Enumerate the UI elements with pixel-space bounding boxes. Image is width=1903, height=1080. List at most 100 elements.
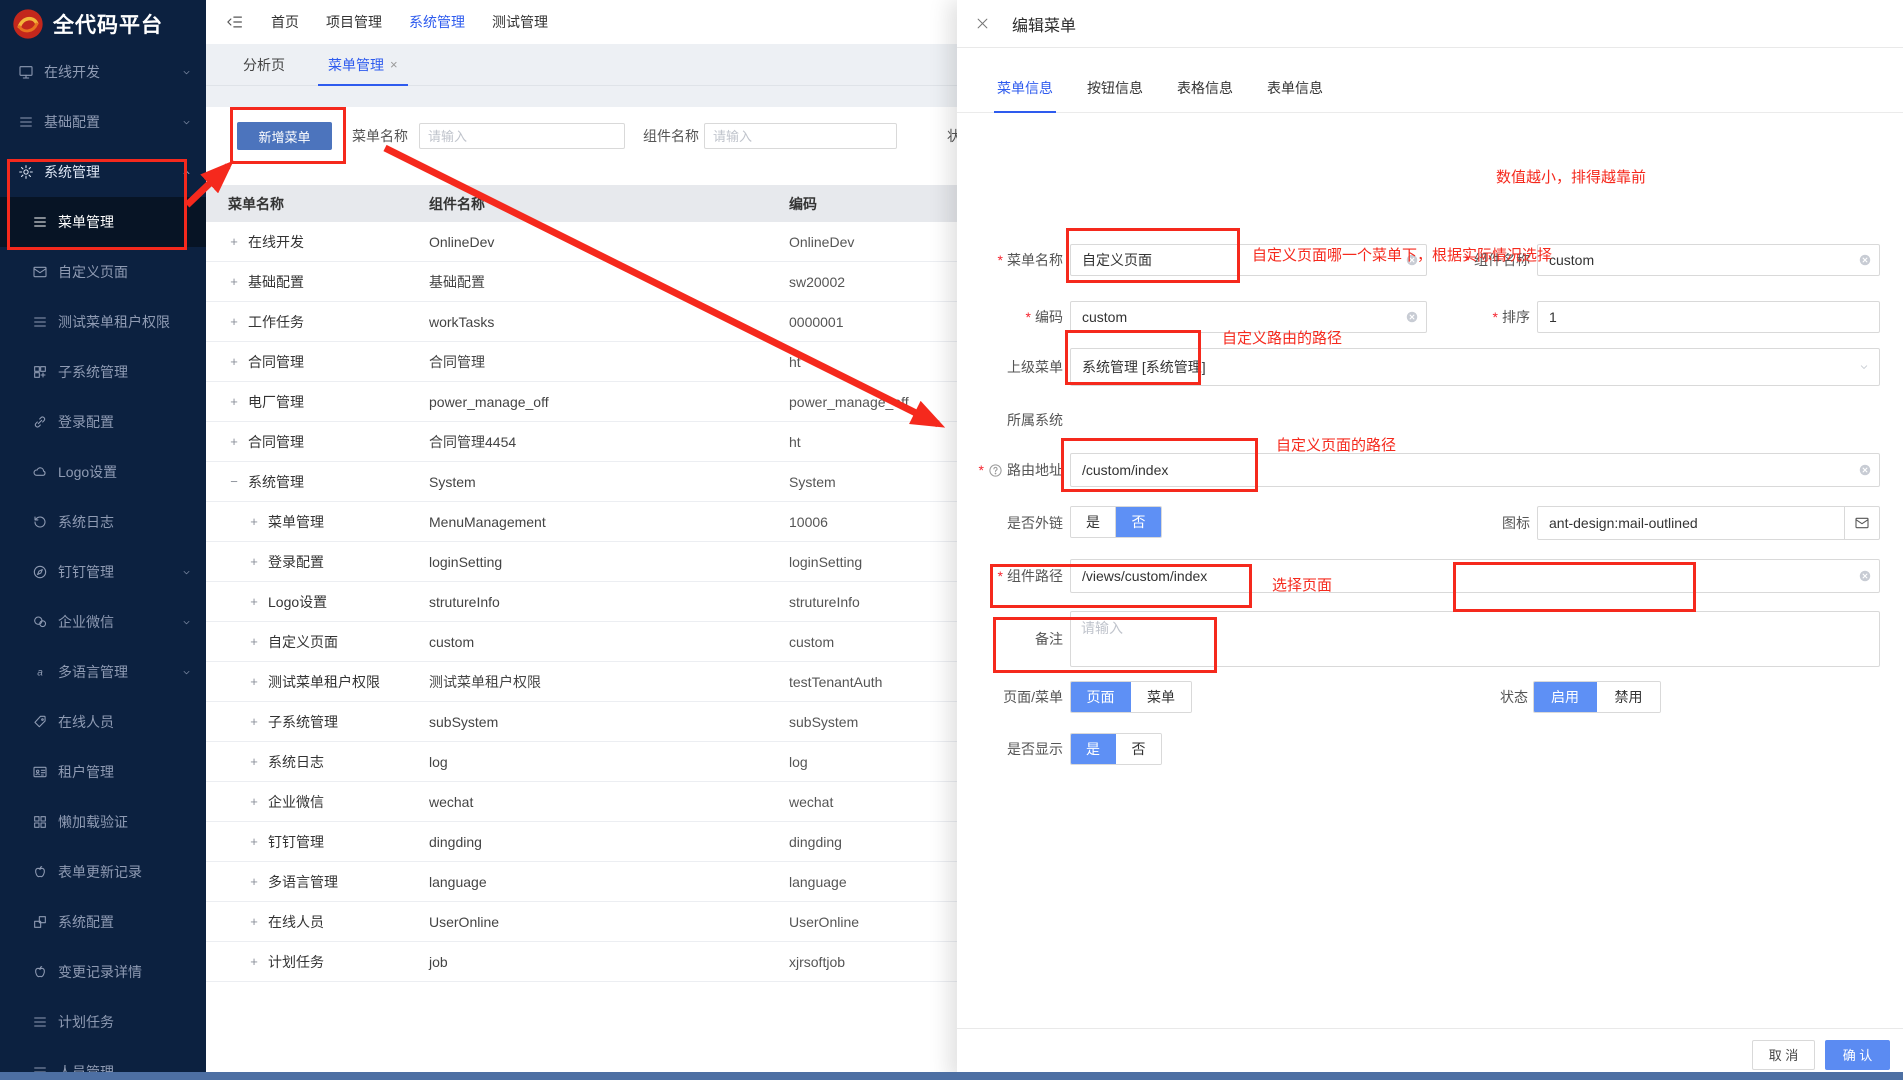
menu-name-filter-input[interactable]	[419, 123, 625, 149]
row-component-name: MenuManagement	[429, 514, 789, 530]
row-expander-icon[interactable]: +	[228, 274, 240, 289]
row-expander-icon[interactable]: +	[248, 674, 260, 689]
row-expander-icon[interactable]: +	[228, 234, 240, 249]
sidebar-item[interactable]: 菜单管理	[0, 197, 206, 247]
sidebar-item[interactable]: 子系统管理	[0, 347, 206, 397]
sidebar-item[interactable]: 在线开发	[0, 47, 206, 97]
segment-option[interactable]: 否	[1116, 734, 1161, 764]
row-component-name: log	[429, 754, 789, 770]
component-name-filter-input[interactable]	[704, 123, 897, 149]
drawer-tab[interactable]: 表格信息	[1177, 78, 1233, 112]
segment-option[interactable]: 页面	[1071, 682, 1131, 712]
row-expander-icon[interactable]: −	[228, 474, 240, 489]
component-path-label: 组件路径	[1007, 566, 1063, 586]
component-name-input[interactable]	[1537, 244, 1880, 276]
sidebar-item[interactable]: 登录配置	[0, 397, 206, 447]
row-menu-name: 电厂管理	[248, 392, 304, 412]
row-expander-icon[interactable]: +	[248, 514, 260, 529]
table-header-cell: 组件名称	[429, 194, 789, 214]
sidebar-item[interactable]: 自定义页面	[0, 247, 206, 297]
sidebar-item[interactable]: Logo设置	[0, 447, 206, 497]
sidebar-item[interactable]: 变更记录详情	[0, 947, 206, 997]
component-path-input[interactable]	[1070, 559, 1880, 593]
sidebar-item[interactable]: 在线人员	[0, 697, 206, 747]
cancel-button[interactable]: 取 消	[1752, 1040, 1815, 1070]
segment-option[interactable]: 是	[1071, 507, 1116, 537]
menu-fold-icon[interactable]	[226, 13, 244, 31]
remark-textarea[interactable]	[1070, 611, 1880, 667]
chevron-icon	[181, 917, 192, 928]
clear-icon[interactable]	[1405, 310, 1419, 324]
close-icon[interactable]	[975, 16, 990, 31]
row-expander-icon[interactable]: +	[248, 594, 260, 609]
drawer-tab[interactable]: 菜单信息	[997, 78, 1053, 112]
sidebar-item[interactable]: 租户管理	[0, 747, 206, 797]
segment-option[interactable]: 否	[1116, 507, 1161, 537]
clear-icon[interactable]	[1858, 463, 1872, 477]
sidebar-item[interactable]: 系统日志	[0, 497, 206, 547]
row-expander-icon[interactable]: +	[248, 834, 260, 849]
segment-option[interactable]: 启用	[1534, 682, 1597, 712]
sidebar-item[interactable]: 表单更新记录	[0, 847, 206, 897]
top-nav-item[interactable]: 测试管理	[492, 12, 548, 32]
page-tab[interactable]: 分析页	[233, 44, 301, 85]
sort-input[interactable]	[1537, 301, 1880, 333]
segment-option[interactable]: 禁用	[1597, 682, 1660, 712]
chevron-down-icon	[1858, 361, 1870, 373]
row-expander-icon[interactable]: +	[248, 754, 260, 769]
sidebar-item[interactable]: 基础配置	[0, 97, 206, 147]
tab-close-icon[interactable]: ×	[390, 57, 398, 72]
sidebar-item-icon	[32, 764, 48, 780]
sidebar-item[interactable]: 计划任务	[0, 997, 206, 1047]
clear-icon[interactable]	[1858, 569, 1872, 583]
sidebar-item-icon	[32, 514, 48, 530]
top-nav-item[interactable]: 项目管理	[326, 12, 382, 32]
icon-input[interactable]	[1537, 506, 1845, 540]
segment-option[interactable]: 是	[1071, 734, 1116, 764]
row-expander-icon[interactable]: +	[248, 874, 260, 889]
row-expander-icon[interactable]: +	[248, 794, 260, 809]
page-tab[interactable]: 菜单管理 ×	[318, 44, 408, 85]
sidebar-item-icon	[32, 714, 48, 730]
icon-field-label: 图标	[1502, 513, 1530, 533]
row-expander-icon[interactable]: +	[248, 714, 260, 729]
segment-option[interactable]: 菜单	[1131, 682, 1191, 712]
sidebar: 全代码平台 在线开发 基础配置 系统管理	[0, 0, 206, 1080]
row-expander-icon[interactable]: +	[248, 914, 260, 929]
top-nav-item[interactable]: 首页	[271, 12, 299, 32]
external-link-toggle: 是否	[1070, 506, 1162, 538]
row-expander-icon[interactable]: +	[228, 394, 240, 409]
confirm-button[interactable]: 确 认	[1825, 1040, 1890, 1070]
drawer-tab[interactable]: 表单信息	[1267, 78, 1323, 112]
chevron-icon	[181, 617, 192, 628]
menu-name-input[interactable]	[1070, 244, 1427, 276]
row-expander-icon[interactable]: +	[248, 554, 260, 569]
sidebar-item[interactable]: 系统管理	[0, 147, 206, 197]
row-expander-icon[interactable]: +	[228, 354, 240, 369]
icon-picker-button[interactable]	[1845, 506, 1880, 540]
chevron-icon	[181, 767, 192, 778]
app-title: 全代码平台	[53, 9, 163, 39]
parent-menu-select[interactable]: 系统管理 [系统管理]	[1070, 348, 1880, 386]
code-input[interactable]	[1070, 301, 1427, 333]
sidebar-item[interactable]: 测试菜单租户权限	[0, 297, 206, 347]
sidebar-item-label: 在线人员	[58, 712, 114, 732]
sidebar-item[interactable]: 懒加载验证	[0, 797, 206, 847]
chevron-icon	[181, 967, 192, 978]
clear-icon[interactable]	[1405, 253, 1419, 267]
row-expander-icon[interactable]: +	[228, 434, 240, 449]
top-nav-item[interactable]: 系统管理	[409, 12, 465, 32]
sidebar-item[interactable]: 企业微信	[0, 597, 206, 647]
add-menu-button[interactable]: 新增菜单	[237, 122, 332, 150]
row-expander-icon[interactable]: +	[248, 954, 260, 969]
drawer-tab[interactable]: 按钮信息	[1087, 78, 1143, 112]
row-expander-icon[interactable]: +	[248, 634, 260, 649]
route-input[interactable]	[1070, 453, 1880, 487]
row-component-name: 基础配置	[429, 272, 789, 292]
clear-icon[interactable]	[1858, 253, 1872, 267]
sidebar-item[interactable]: 钉钉管理	[0, 547, 206, 597]
sidebar-item-icon	[32, 214, 48, 230]
sidebar-item[interactable]: a 多语言管理	[0, 647, 206, 697]
row-expander-icon[interactable]: +	[228, 314, 240, 329]
sidebar-item[interactable]: 系统配置	[0, 897, 206, 947]
